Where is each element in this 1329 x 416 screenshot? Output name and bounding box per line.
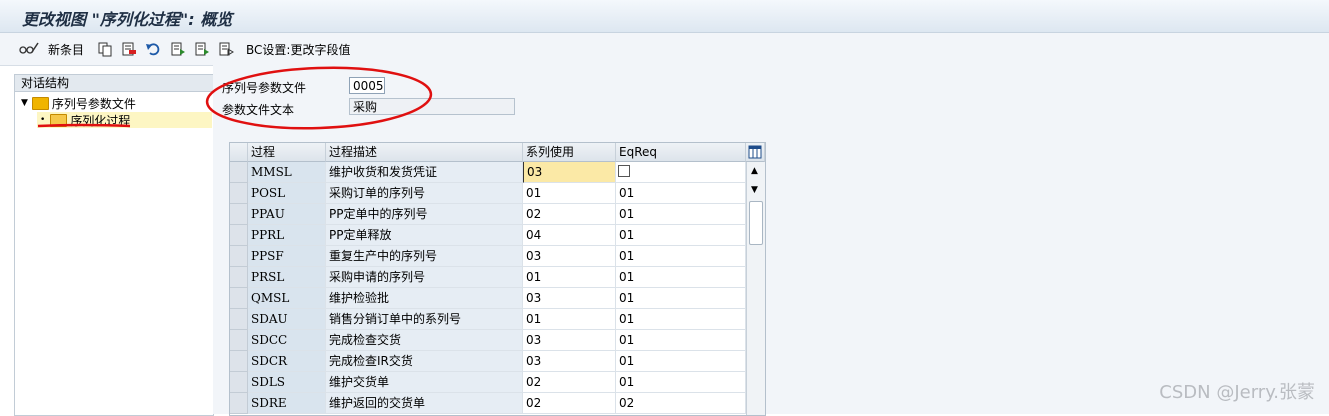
scroll-thumb[interactable] (749, 201, 763, 245)
table-row: MMSL 维护收货和发货凭证 03 (230, 162, 746, 183)
cell-process: PPAU (248, 204, 326, 225)
cell-description: 重复生产中的序列号 (326, 246, 523, 267)
cell-process: PPRL (248, 225, 326, 246)
cell-description: 维护检验批 (326, 288, 523, 309)
column-header-process[interactable]: 过程 (248, 143, 326, 162)
select-all-corner[interactable] (230, 143, 248, 162)
cell-eqreq[interactable]: 01 (616, 372, 746, 393)
cell-usage[interactable]: 02 (523, 372, 616, 393)
cell-usage[interactable]: 02 (523, 204, 616, 225)
cell-process: SDAU (248, 309, 326, 330)
annotation-ellipse (205, 66, 433, 130)
value-help-icon[interactable] (618, 165, 630, 177)
table-row: SDCC 完成检查交货 03 01 (230, 330, 746, 351)
table-row: SDRE 维护返回的交货单 02 02 (230, 393, 746, 414)
cell-description: 维护交货单 (326, 372, 523, 393)
table-row: SDLS 维护交货单 02 01 (230, 372, 746, 393)
row-selector[interactable] (230, 183, 248, 204)
cell-description: 维护收货和发货凭证 (326, 162, 523, 183)
cell-eqreq[interactable]: 01 (616, 309, 746, 330)
cell-usage[interactable]: 03 (523, 288, 616, 309)
row-selector[interactable] (230, 330, 248, 351)
row-selector[interactable] (230, 204, 248, 225)
cell-usage[interactable]: 01 (523, 309, 616, 330)
cell-eqreq[interactable]: 01 (616, 225, 746, 246)
cell-eqreq[interactable]: 01 (616, 351, 746, 372)
cell-eqreq[interactable]: 02 (616, 393, 746, 414)
cell-description: 维护返回的交货单 (326, 393, 523, 414)
row-selector[interactable] (230, 246, 248, 267)
table-row: SDCR 完成检查IR交货 03 01 (230, 351, 746, 372)
table-row: QMSL 维护检验批 03 01 (230, 288, 746, 309)
cell-process: SDCR (248, 351, 326, 372)
scroll-down-icon[interactable]: ▼ (751, 185, 758, 195)
watermark: CSDN @Jerry.张蒙 (1159, 382, 1315, 403)
cell-process: SDLS (248, 372, 326, 393)
cell-eqreq[interactable]: 01 (616, 183, 746, 204)
table-settings-icon (748, 145, 762, 159)
row-selector[interactable] (230, 225, 248, 246)
cell-usage[interactable]: 03 (523, 246, 616, 267)
row-selector[interactable] (230, 372, 248, 393)
cell-process: QMSL (248, 288, 326, 309)
cell-description: 采购订单的序列号 (326, 183, 523, 204)
column-header-description[interactable]: 过程描述 (326, 143, 523, 162)
column-header-eqreq[interactable]: EqReq (616, 143, 746, 162)
row-selector[interactable] (230, 267, 248, 288)
row-selector[interactable] (230, 393, 248, 414)
scroll-up-icon[interactable]: ▲ (751, 166, 758, 176)
cell-process: POSL (248, 183, 326, 204)
cell-description: 完成检查IR交货 (326, 351, 523, 372)
table-row: PPSF 重复生产中的序列号 03 01 (230, 246, 746, 267)
cell-process: MMSL (248, 162, 326, 183)
cell-usage[interactable]: 03 (523, 162, 616, 183)
row-selector[interactable] (230, 162, 248, 183)
row-selector[interactable] (230, 351, 248, 372)
table-row: POSL 采购订单的序列号 01 01 (230, 183, 746, 204)
vertical-scrollbar[interactable]: ▲ ▼ (746, 162, 765, 415)
cell-usage[interactable]: 02 (523, 393, 616, 414)
cell-process: PPSF (248, 246, 326, 267)
cell-usage[interactable]: 03 (523, 351, 616, 372)
annotation-underline-tree (37, 123, 131, 128)
cell-eqreq[interactable]: 01 (616, 204, 746, 225)
cell-eqreq[interactable]: 01 (616, 267, 746, 288)
cell-description: 销售分销订单中的系列号 (326, 309, 523, 330)
table-row: PPAU PP定单中的序列号 02 01 (230, 204, 746, 225)
cell-eqreq[interactable] (616, 162, 746, 183)
row-selector[interactable] (230, 309, 248, 330)
cell-description: PP定单中的序列号 (326, 204, 523, 225)
cell-eqreq[interactable]: 01 (616, 288, 746, 309)
cell-process: PRSL (248, 267, 326, 288)
column-header-usage[interactable]: 系列使用 (523, 143, 616, 162)
cell-eqreq[interactable]: 01 (616, 246, 746, 267)
cell-usage[interactable]: 04 (523, 225, 616, 246)
process-table: 过程 过程描述 系列使用 EqReq MMSL 维护收货和发货凭证 03 POSL 采购… (229, 142, 766, 416)
cell-usage[interactable]: 03 (523, 330, 616, 351)
table-row: PPRL PP定单释放 04 01 (230, 225, 746, 246)
cell-description: PP定单释放 (326, 225, 523, 246)
cell-description: 完成检查交货 (326, 330, 523, 351)
row-selector[interactable] (230, 288, 248, 309)
cell-process: SDCC (248, 330, 326, 351)
cell-usage[interactable]: 01 (523, 183, 616, 204)
table-row: PRSL 采购申请的序列号 01 01 (230, 267, 746, 288)
table-row: SDAU 销售分销订单中的系列号 01 01 (230, 309, 746, 330)
cell-process: SDRE (248, 393, 326, 414)
cell-description: 采购申请的序列号 (326, 267, 523, 288)
cell-eqreq[interactable]: 01 (616, 330, 746, 351)
cell-usage[interactable]: 01 (523, 267, 616, 288)
table-settings-button[interactable] (746, 143, 765, 162)
